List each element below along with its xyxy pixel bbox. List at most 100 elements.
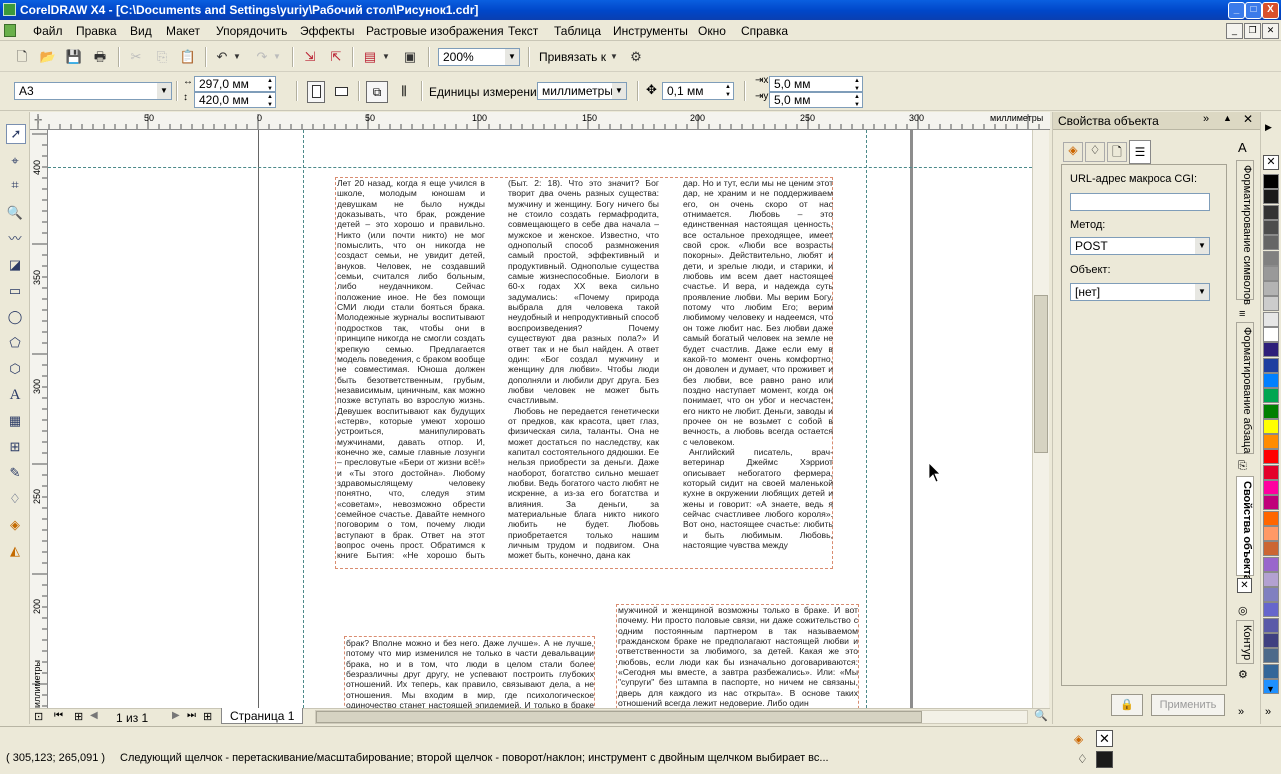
all-pages-icon[interactable]: ⧉ [366, 81, 388, 103]
color-swatch[interactable] [1263, 388, 1279, 404]
ellipse-tool-icon[interactable]: ◯ [6, 308, 24, 326]
no-color-icon[interactable]: ✕ [1263, 155, 1279, 170]
color-swatch[interactable] [1263, 219, 1279, 235]
color-swatch[interactable] [1263, 556, 1279, 572]
snap-dropdown-icon[interactable]: ▼ [609, 47, 619, 67]
vertical-ruler[interactable]: 400 350 300 250 200 миллиметры [30, 130, 48, 708]
redo-dropdown-icon[interactable]: ▼ [272, 47, 282, 67]
color-swatch[interactable] [1263, 525, 1279, 541]
rectangle-tool-icon[interactable]: ▭ [6, 282, 24, 300]
color-swatch[interactable] [1263, 311, 1279, 327]
menu-text[interactable]: Текст [508, 24, 538, 38]
shape-tool-icon[interactable]: ⌖ [6, 152, 24, 170]
open-icon[interactable]: 📂 [38, 47, 58, 67]
fill-tab-icon[interactable]: ◈ [1063, 142, 1083, 162]
close-docker-icon[interactable]: ✕ [1243, 112, 1253, 126]
color-swatch[interactable] [1263, 617, 1279, 633]
units-combo[interactable]: миллиметры ▼ [537, 82, 627, 100]
horizontal-scrollbar[interactable] [315, 710, 1028, 724]
menu-arrange[interactable]: Упорядочить [216, 24, 287, 38]
menu-layout[interactable]: Макет [166, 24, 200, 38]
color-swatch[interactable] [1263, 296, 1279, 312]
undo-dropdown-icon[interactable]: ▼ [232, 47, 242, 67]
import-icon[interactable]: ⇲ [300, 47, 320, 67]
menu-bitmaps[interactable]: Растровые изображения [366, 24, 504, 38]
general-tab-icon[interactable]: 🗋 [1107, 142, 1127, 162]
text-column[interactable]: брак? Вполне можно и без него. Даже лучш… [346, 638, 594, 708]
table-tool-icon[interactable]: ▦ [6, 412, 24, 430]
color-swatch[interactable] [1263, 357, 1279, 373]
vertical-scrollbar[interactable] [1032, 130, 1049, 708]
color-swatch[interactable] [1263, 418, 1279, 434]
color-swatch[interactable] [1263, 434, 1279, 450]
duplicate-y-field[interactable]: 5,0 мм ▲ ▼ [769, 92, 863, 108]
doc-restore-button[interactable]: ❐ [1244, 23, 1261, 39]
color-swatch[interactable] [1263, 648, 1279, 664]
palette-expand-icon[interactable]: » [1265, 706, 1271, 718]
color-swatch[interactable] [1263, 510, 1279, 526]
color-swatch[interactable] [1263, 541, 1279, 557]
color-swatch[interactable] [1263, 281, 1279, 297]
snap-to-button[interactable]: Привязать к [539, 50, 606, 64]
zoom-tool-icon[interactable]: 🔍 [6, 204, 24, 222]
text-column[interactable]: мужчиной и женщиной возможны только в бр… [618, 605, 858, 708]
expand-icon[interactable]: » [1203, 113, 1209, 125]
horizontal-ruler[interactable]: ⊹ 50 0 50 100 150 200 250 300 миллиметры [30, 112, 1050, 130]
minimize-button[interactable]: _ [1228, 2, 1245, 19]
doc-close-button[interactable]: ✕ [1262, 23, 1279, 39]
current-page-icon[interactable]: ⫼ [393, 81, 415, 103]
nudge-distance-field[interactable]: 0,1 мм ▲ ▼ [662, 82, 734, 100]
outline-tool-icon[interactable]: ♢ [6, 490, 24, 508]
crop-tool-icon[interactable]: ⌗ [6, 176, 24, 194]
color-swatch[interactable] [1263, 602, 1279, 618]
redo-icon[interactable]: ↷ [252, 47, 272, 67]
page-nav-icon[interactable]: ⊡ [34, 710, 43, 723]
tab-object-properties[interactable]: Свойства объекта [1236, 476, 1254, 581]
print-icon[interactable]: 🖶 [90, 47, 110, 67]
next-page-icon[interactable]: ▶ [172, 710, 180, 721]
options-icon[interactable]: ⚙ [626, 47, 646, 67]
url-input[interactable] [1070, 193, 1210, 211]
color-swatch[interactable] [1263, 204, 1279, 220]
export-icon[interactable]: ⇱ [326, 47, 346, 67]
internet-tab-icon[interactable]: ☰ [1129, 140, 1151, 164]
outline-tab-icon[interactable]: ♢ [1085, 142, 1105, 162]
color-swatch[interactable] [1263, 189, 1279, 205]
apply-button[interactable]: Применить [1151, 694, 1225, 716]
menu-window[interactable]: Окно [698, 24, 726, 38]
color-swatch[interactable] [1263, 403, 1279, 419]
color-swatch[interactable] [1263, 464, 1279, 480]
close-button[interactable]: X [1262, 2, 1279, 19]
duplicate-x-field[interactable]: 5,0 мм ▲ ▼ [769, 76, 863, 92]
color-swatch[interactable] [1263, 587, 1279, 603]
outline-color-swatch[interactable] [1096, 751, 1113, 768]
page-tab[interactable]: Страница 1 [221, 708, 304, 724]
welcome-screen-icon[interactable]: ▣ [400, 47, 420, 67]
page-height-field[interactable]: 420,0 мм ▲ ▼ [194, 92, 276, 108]
color-swatch[interactable] [1263, 480, 1279, 495]
scroll-thumb[interactable] [1034, 295, 1048, 453]
tab-paragraph-formatting[interactable]: Форматирование абзаца [1236, 322, 1254, 454]
add-page-before-icon[interactable]: ⊞ [74, 710, 83, 723]
interactive-fill-icon[interactable]: ◭ [6, 542, 24, 560]
color-swatch[interactable] [1263, 235, 1279, 251]
copy-icon[interactable]: ⎘ [152, 47, 172, 67]
tab-contour[interactable]: Контур [1236, 620, 1254, 664]
save-icon[interactable]: 💾 [64, 47, 84, 67]
basic-shapes-icon[interactable]: ⬡ [6, 360, 24, 378]
paper-type-combo[interactable]: A3 ▼ [14, 82, 172, 100]
drawing-canvas[interactable]: Лет 20 назад, когда я еще учился в школе… [48, 130, 1032, 708]
menu-tools[interactable]: Инструменты [613, 24, 688, 38]
last-page-icon[interactable]: ⏭ [187, 710, 196, 721]
menu-edit[interactable]: Правка [76, 24, 117, 38]
page-width-field[interactable]: 297,0 мм ▲ ▼ [194, 76, 276, 92]
menu-table[interactable]: Таблица [554, 24, 601, 38]
color-swatch[interactable] [1263, 174, 1279, 189]
text-tool-icon[interactable]: A [6, 386, 24, 404]
color-swatch[interactable] [1263, 633, 1279, 648]
color-swatch[interactable] [1263, 372, 1279, 388]
application-launcher-icon[interactable]: ▤ [360, 47, 380, 67]
zoom-levels-combo[interactable]: 200% ▼ [438, 48, 520, 66]
menu-file[interactable]: Файл [33, 24, 63, 38]
launcher-dropdown-icon[interactable]: ▼ [381, 47, 391, 67]
